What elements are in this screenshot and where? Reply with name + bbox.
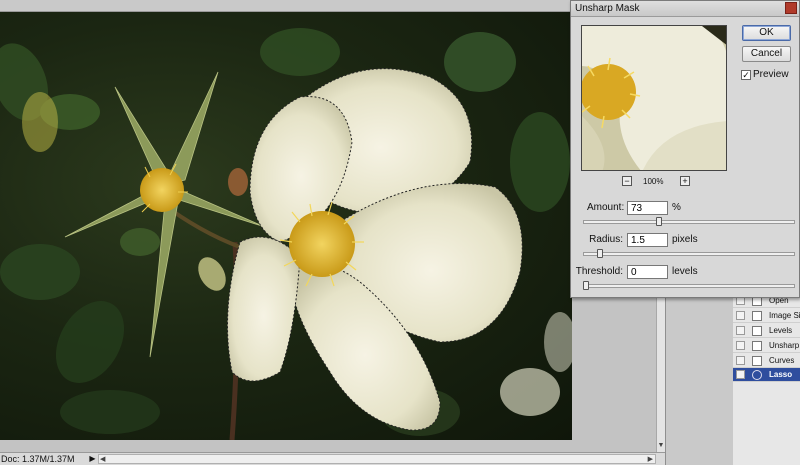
preview-artwork [582,26,726,170]
dialog-titlebar[interactable]: Unsharp Mask [571,1,799,17]
preview-checkbox-label: Preview [753,69,789,80]
threshold-slider-thumb[interactable] [583,281,589,290]
dialog-title: Unsharp Mask [575,3,640,14]
history-snapshot-checkbox[interactable] [736,341,745,350]
cancel-button[interactable]: Cancel [742,46,791,62]
scroll-right-arrow-icon[interactable]: ▶ [648,455,653,464]
amount-slider-thumb[interactable] [656,217,663,226]
zoom-out-button[interactable]: − [622,176,632,186]
radius-slider-thumb[interactable] [597,249,604,258]
history-item-label: Lasso [769,370,793,379]
radius-label: Radius: [589,234,623,245]
history-item-label: Levels [769,326,793,335]
history-item-label: Curves [769,356,795,365]
history-snapshot-checkbox[interactable] [736,326,745,335]
amount-label: Amount: [587,202,625,213]
zoom-level-label: 100% [643,177,664,186]
horizontal-scrollbar[interactable]: ◀ ▶ [98,454,656,464]
radius-slider[interactable] [583,249,795,258]
history-panel: OpenImage SizeLevelsUnsharp MaskCurvesLa… [733,294,800,465]
amount-slider[interactable] [583,217,795,226]
history-step-icon [752,356,762,366]
photo-artwork [0,28,572,440]
history-snapshot-checkbox[interactable] [736,356,745,365]
threshold-input[interactable] [627,265,668,279]
history-snapshot-checkbox[interactable] [736,311,745,320]
threshold-slider[interactable] [583,281,795,290]
filter-preview-box[interactable] [581,25,727,171]
rose-photo-canvas[interactable] [0,12,572,440]
radius-input[interactable] [627,233,668,247]
amount-input[interactable] [627,201,668,215]
history-item[interactable]: Lasso [733,368,800,382]
close-icon[interactable] [785,2,797,14]
history-step-icon [752,326,762,336]
status-menu-arrow-icon[interactable]: ▶ [88,453,97,464]
unsharp-mask-dialog: Unsharp Mask − 100% + OK Cancel ✓ Previe… [570,0,800,298]
document-canvas-window: ▼ Doc: 1.37M/1.37M ▶ ◀ ▶ [0,0,665,465]
lasso-icon [752,370,762,380]
history-item[interactable]: Levels [733,324,800,338]
zoom-in-button[interactable]: + [680,176,690,186]
history-item[interactable]: Image Size [733,309,800,323]
history-item[interactable]: Curves [733,354,800,368]
history-step-icon [752,341,762,351]
status-bar: Doc: 1.37M/1.37M ▶ ◀ ▶ [0,452,665,465]
history-snapshot-checkbox[interactable] [736,370,745,379]
rose-flower [227,68,523,431]
preview-checkbox[interactable]: ✓ [741,70,751,80]
history-item-label: Image Size [769,311,800,320]
ok-button[interactable]: OK [742,25,791,41]
history-item[interactable]: Unsharp Mask [733,339,800,353]
history-item-label: Unsharp Mask [769,341,800,350]
scroll-down-arrow-icon[interactable]: ▼ [657,442,665,450]
history-step-icon [752,311,762,321]
doc-size-info: Doc: 1.37M/1.37M [1,454,75,464]
amount-unit: % [672,202,681,213]
threshold-unit: levels [672,266,698,277]
threshold-label: Threshold: [575,266,623,277]
left-stamens [140,168,184,212]
scroll-left-arrow-icon[interactable]: ◀ [100,455,105,464]
radius-unit: pixels [672,234,698,245]
canvas-top-edge [0,0,572,12]
